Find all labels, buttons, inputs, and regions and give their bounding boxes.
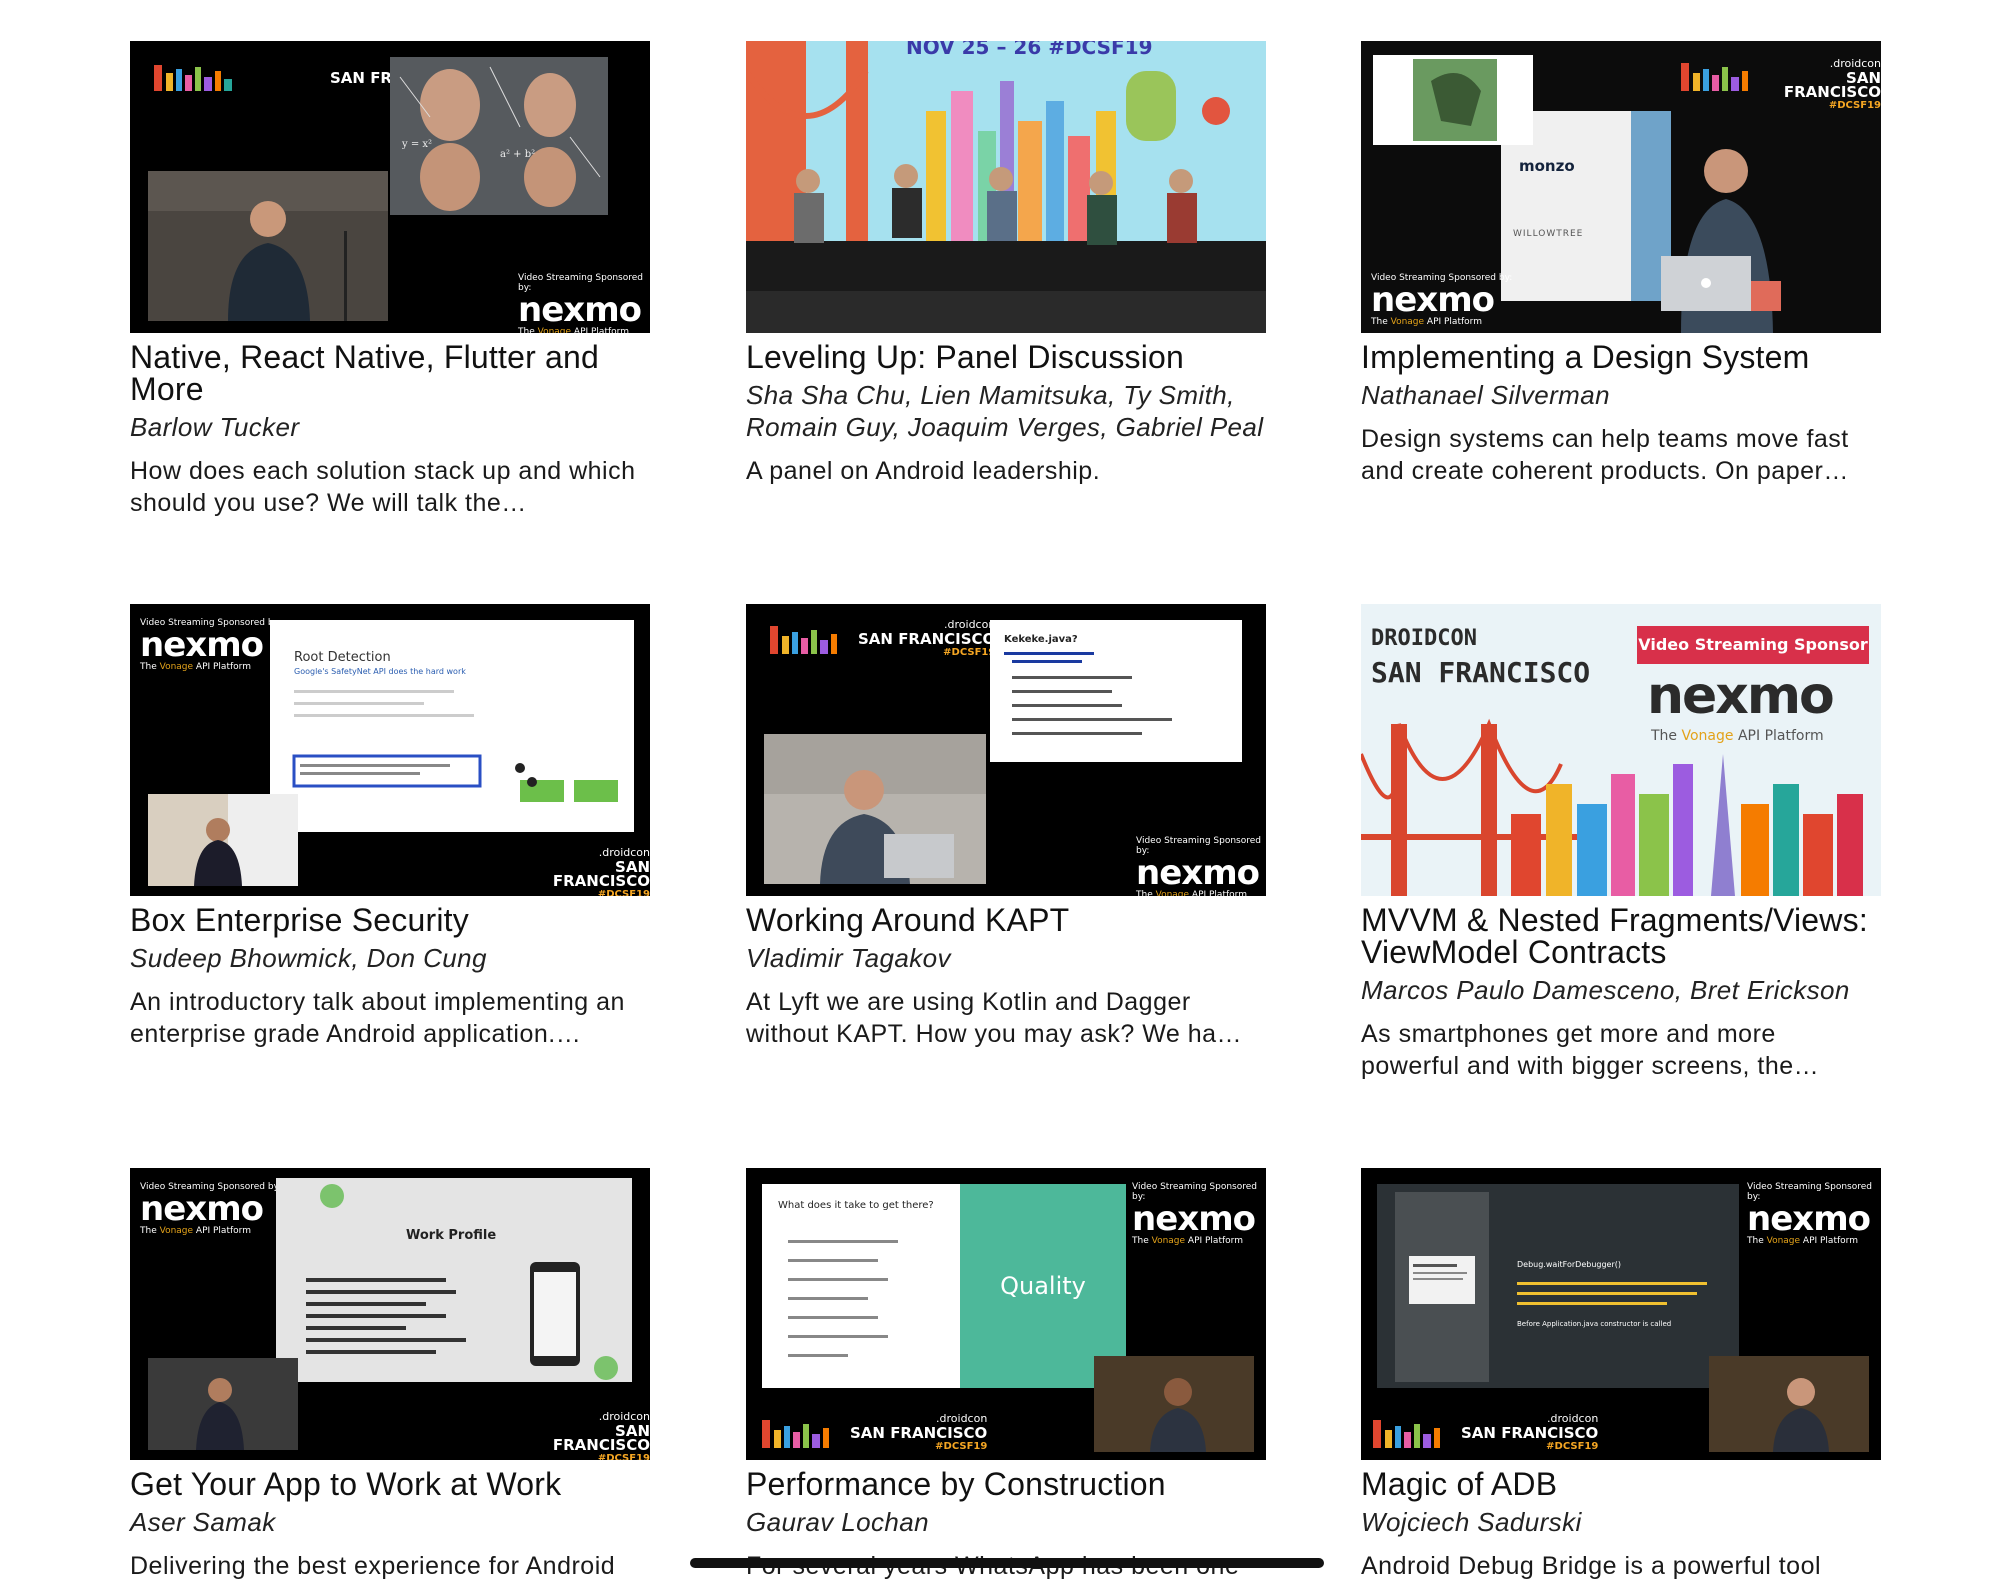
meme-image: y = x² a² + b² — [390, 57, 608, 215]
video-thumbnail[interactable]: DROIDCON SAN FRANCISCO Video Streaming S… — [1361, 604, 1881, 896]
nexmo-sponsor: Video Streaming Sponsored by: nexmo The … — [140, 1182, 282, 1236]
talk-speakers: Sha Sha Chu, Lien Mamitsuka, Ty Smith, R… — [746, 380, 1264, 442]
talk-description: Android Debug Bridge is a powerful tool — [1361, 1552, 1822, 1580]
talk-description: Design systems can help teams move fast … — [1361, 425, 1849, 485]
home-indicator[interactable] — [690, 1558, 1324, 1568]
talk-title[interactable]: MVVM & Nested Fragments/Views: ViewModel… — [1361, 904, 1881, 968]
talk-card[interactable]: What does it take to get there? Quality … — [746, 1168, 1266, 1582]
video-thumbnail[interactable]: .droidcon SAN FRANCISCO #DCSF19 y = — [130, 41, 650, 333]
talk-speakers: Aser Samak — [130, 1507, 276, 1537]
talk-speakers: Sudeep Bhowmick, Don Cung — [130, 943, 487, 973]
droidcon-logo: .droidcon SAN FRANCISCO #DCSF19 — [552, 1410, 650, 1460]
talk-card[interactable]: DROIDCON SAN FRANCISCO Video Streaming S… — [1361, 604, 1881, 1082]
willowtree-logo: WILLOWTREE — [1513, 229, 1584, 239]
talk-description: How does each solution stack up and whic… — [130, 457, 636, 517]
droidcon-logo: .droidcon SAN FRANCISCO #DCSF19 — [850, 1412, 988, 1452]
nexmo-sponsor: Video Streaming Sponsored by: nexmo The … — [140, 618, 282, 672]
video-thumbnail[interactable]: What does it take to get there? Quality … — [746, 1168, 1266, 1460]
sponsor-badge: Video Streaming Sponsor — [1637, 626, 1869, 664]
droidcon-logo: .droidcon SAN FRANCISCO #DCSF19 — [1783, 57, 1881, 111]
presentation-slide: Root Detection Google's SafetyNet API do… — [270, 620, 634, 832]
skyline-icon — [154, 65, 232, 91]
talk-grid: .droidcon SAN FRANCISCO #DCSF19 y = — [0, 0, 2004, 1580]
talk-title[interactable]: Get Your App to Work at Work — [130, 1468, 650, 1500]
talk-description: At Lyft we are using Kotlin and Dagger w… — [746, 988, 1243, 1048]
talk-card[interactable]: NOV 25 – 26 #DCSF19 Leveling Up: Panel D… — [746, 41, 1266, 487]
video-thumbnail[interactable]: Debug.waitForDebugger() Before Applicati… — [1361, 1168, 1881, 1460]
nexmo-sponsor: Video Streaming Sponsored by: nexmo The … — [1747, 1182, 1873, 1246]
presentation-slide: Work Profile — [276, 1178, 632, 1382]
poster-title: DROIDCON — [1371, 626, 1477, 651]
monzo-logo: monzo — [1519, 157, 1575, 175]
poster-city: SAN FRANCISCO — [1371, 656, 1591, 689]
talk-card[interactable]: Debug.waitForDebugger() Before Applicati… — [1361, 1168, 1881, 1582]
talk-card[interactable]: Video Streaming Sponsored by: nexmo The … — [130, 604, 650, 1050]
speaker-video — [148, 171, 388, 321]
talk-card[interactable]: .droidcon SAN FRANCISCO #DCSF19 Kekeke.j… — [746, 604, 1266, 1050]
talk-title[interactable]: Leveling Up: Panel Discussion — [746, 341, 1266, 373]
video-thumbnail[interactable]: .droidcon SAN FRANCISCO #DCSF19 Kekeke.j… — [746, 604, 1266, 896]
talk-title[interactable]: Performance by Construction — [746, 1468, 1266, 1500]
presentation-slide: Debug.waitForDebugger() Before Applicati… — [1377, 1184, 1739, 1388]
nexmo-sponsor: Video Streaming Sponsored by: nexmo The … — [1132, 1182, 1258, 1246]
talk-speakers: Wojciech Sadurski — [1361, 1507, 1582, 1537]
talk-title[interactable]: Magic of ADB — [1361, 1468, 1881, 1500]
talk-description: A panel on Android leadership. — [746, 457, 1101, 485]
talk-speakers: Barlow Tucker — [130, 412, 300, 442]
talk-title[interactable]: Native, React Native, Flutter and More — [130, 341, 650, 405]
talk-card[interactable]: .droidcon SAN FRANCISCO #DCSF19 monzo WI… — [1361, 41, 1881, 487]
presentation-slide: What does it take to get there? — [762, 1184, 960, 1388]
droidcon-logo: .droidcon SAN FRANCISCO #DCSF19 — [1461, 1412, 1599, 1452]
speaker-video — [1094, 1356, 1254, 1452]
slide-title: Debug.waitForDebugger() — [1517, 1260, 1621, 1269]
talk-speakers: Marcos Paulo Damesceno, Bret Erickson — [1361, 975, 1850, 1005]
nexmo-sponsor: Video Streaming Sponsored by: nexmo The … — [1371, 273, 1513, 327]
talk-title[interactable]: Box Enterprise Security — [130, 904, 650, 936]
svg-text:y = x²: y = x² — [401, 139, 432, 150]
nexmo-sponsor: Video Streaming Sponsored by: nexmo The … — [1136, 836, 1262, 896]
nexmo-sponsor: Video Streaming Sponsored by: nexmo The … — [518, 273, 644, 333]
video-thumbnail[interactable]: NOV 25 – 26 #DCSF19 — [746, 41, 1266, 333]
speaker-video — [148, 794, 298, 886]
skyline-icon — [770, 626, 837, 654]
speaker-video — [764, 734, 986, 884]
talk-speakers: Nathanael Silverman — [1361, 380, 1610, 410]
presentation-slide: Kekeke.java? — [990, 620, 1242, 762]
talk-description: An introductory talk about implementing … — [130, 988, 625, 1048]
nexmo-platform: The Vonage API Platform — [1651, 728, 1824, 744]
talk-title[interactable]: Implementing a Design System — [1361, 341, 1881, 373]
talk-description: Delivering the best experience for Andro… — [130, 1552, 616, 1580]
talk-card[interactable]: .droidcon SAN FRANCISCO #DCSF19 y = — [130, 41, 650, 519]
talk-card[interactable]: Video Streaming Sponsored by: nexmo The … — [130, 1168, 650, 1582]
svg-text:a² + b²: a² + b² — [500, 149, 535, 160]
talk-title[interactable]: Working Around KAPT — [746, 904, 1266, 936]
talk-speakers: Gaurav Lochan — [746, 1507, 929, 1537]
droidcon-logo: .droidcon SAN FRANCISCO #DCSF19 — [552, 846, 650, 896]
video-thumbnail[interactable]: Video Streaming Sponsored by: nexmo The … — [130, 1168, 650, 1460]
stage-backdrop — [746, 41, 1266, 333]
speaker-video — [148, 1358, 298, 1450]
skyline-icon — [1681, 63, 1748, 91]
slide-note: Before Application.java constructor is c… — [1517, 1320, 1672, 1328]
nexmo-brand: nexmo — [1647, 666, 1835, 726]
video-thumbnail[interactable]: Video Streaming Sponsored by: nexmo The … — [130, 604, 650, 896]
video-thumbnail[interactable]: .droidcon SAN FRANCISCO #DCSF19 monzo WI… — [1361, 41, 1881, 333]
skyline-icon — [1373, 1420, 1440, 1448]
speaker-video — [1709, 1356, 1869, 1452]
droidcon-logo: .droidcon SAN FRANCISCO #DCSF19 — [858, 618, 996, 658]
talk-description: As smartphones get more and more powerfu… — [1361, 1020, 1820, 1080]
event-banner: NOV 25 – 26 #DCSF19 — [906, 41, 1153, 59]
skyline-icon — [762, 1420, 829, 1448]
talk-speakers: Vladimir Tagakov — [746, 943, 951, 973]
